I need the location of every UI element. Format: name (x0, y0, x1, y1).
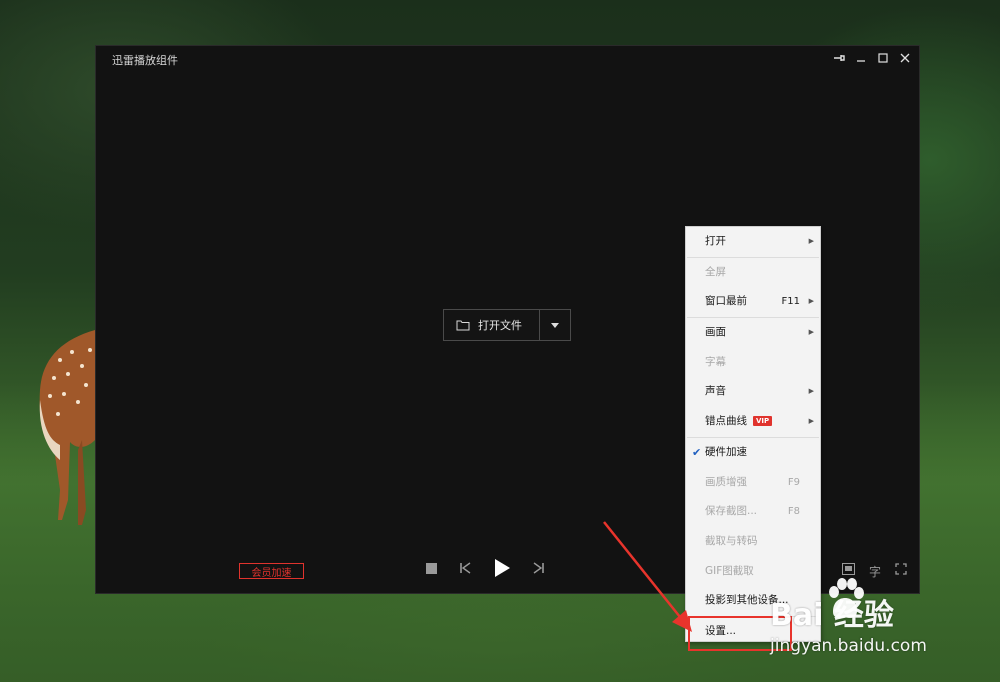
submenu-arrow-icon: ▶ (808, 237, 814, 245)
menu-item-label: 硬件加速 (705, 445, 747, 458)
subtitle-icon[interactable]: 字 (869, 563, 881, 580)
maximize-icon[interactable] (875, 50, 891, 66)
menu-item-label: 画质增强 (705, 475, 747, 488)
menu-item-always-on-top[interactable]: 窗口最前 F11 ▶ (686, 287, 820, 317)
menu-item-sound[interactable]: 声音 ▶ (686, 377, 820, 407)
menu-item-gif-capture[interactable]: GIF图截取 (686, 557, 820, 587)
pin-icon[interactable] (831, 50, 847, 66)
menu-item-label: 声音 (705, 385, 726, 398)
vip-speed-button[interactable]: 会员加速 (239, 563, 304, 579)
menu-item-label: 画面 (705, 326, 726, 339)
menu-item-label: 字幕 (705, 355, 726, 368)
watermark-site: jingyan.baidu.com (770, 636, 927, 656)
submenu-arrow-icon: ▶ (808, 297, 814, 306)
menu-shortcut: F8 (787, 506, 800, 518)
playback-controls (426, 558, 545, 578)
stop-icon[interactable] (426, 562, 437, 574)
menu-item-label: 全屏 (705, 265, 726, 278)
folder-icon (456, 320, 470, 331)
baidu-paw-icon (829, 578, 864, 618)
menu-item-label: 错点曲线 (705, 415, 747, 428)
submenu-arrow-icon: ▶ (808, 328, 814, 337)
close-icon[interactable] (897, 50, 913, 66)
menu-item-label: 截取与转码 (705, 534, 758, 547)
next-icon[interactable] (533, 562, 545, 574)
menu-item-curve[interactable]: 错点曲线 VIP ▶ (686, 407, 820, 437)
context-menu: 打开 ▶ 全屏 窗口最前 F11 ▶ 画面 ▶ 字幕 声音 ▶ 错点曲线 VIP … (685, 226, 821, 642)
vip-badge: VIP (753, 416, 773, 427)
menu-shortcut: F11 (781, 296, 800, 308)
open-file-dropdown[interactable] (539, 310, 570, 340)
window-title: 迅雷播放组件 (112, 54, 178, 67)
submenu-arrow-icon: ▶ (808, 417, 814, 426)
caret-down-icon (551, 322, 559, 328)
menu-item-label: GIF图截取 (705, 564, 754, 577)
menu-item-label: 保存截图... (705, 505, 758, 518)
menu-item-open[interactable]: 打开 ▶ (686, 227, 820, 257)
submenu-arrow-icon: ▶ (808, 387, 814, 396)
menu-item-hardware-acceleration[interactable]: ✔ 硬件加速 (686, 438, 820, 468)
menu-item-label: 窗口最前 (705, 295, 747, 308)
menu-item-picture[interactable]: 画面 ▶ (686, 318, 820, 348)
deer-image (39, 330, 95, 525)
menu-item-fullscreen[interactable]: 全屏 (686, 258, 820, 288)
window-controls (831, 50, 913, 66)
play-icon[interactable] (493, 558, 511, 578)
menu-item-quality-enhance[interactable]: 画质增强 F9 (686, 468, 820, 498)
menu-shortcut: F9 (787, 476, 800, 488)
open-file-button[interactable]: 打开文件 (444, 310, 539, 340)
checkmark-icon: ✔ (692, 445, 702, 459)
previous-icon[interactable] (459, 562, 471, 574)
menu-item-label: 打开 (705, 235, 726, 247)
open-file-button-group: 打开文件 (443, 309, 571, 341)
open-file-label: 打开文件 (478, 319, 522, 332)
fullscreen-icon[interactable] (895, 563, 907, 580)
menu-item-subtitles[interactable]: 字幕 (686, 348, 820, 378)
minimize-icon[interactable] (853, 50, 869, 66)
menu-item-save-screenshot[interactable]: 保存截图... F8 (686, 497, 820, 527)
menu-item-label: 设置... (705, 624, 737, 637)
menu-item-clip-transcode[interactable]: 截取与转码 (686, 527, 820, 557)
